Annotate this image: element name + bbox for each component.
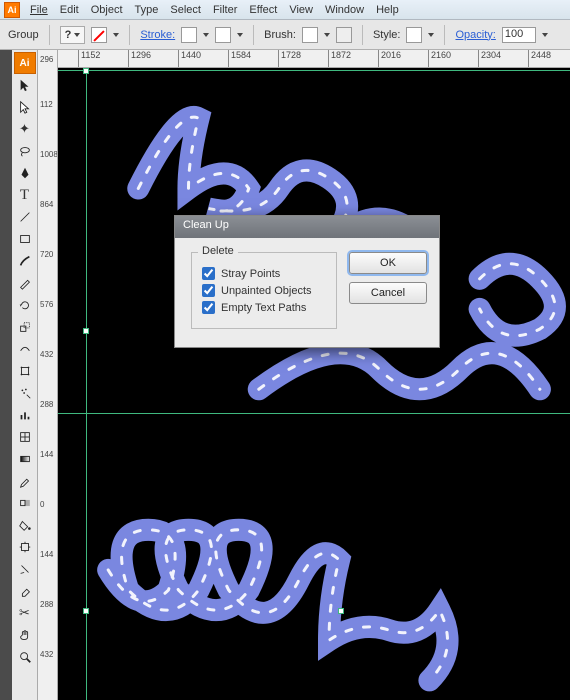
cleanup-dialog: Clean Up Delete Stray Points Unpainted O… — [174, 215, 440, 348]
workspace: Ai ✦ T ✂ 296 112 1008 864 720 576 — [0, 50, 570, 700]
zoom-tool[interactable] — [14, 646, 36, 668]
scale-tool[interactable] — [14, 316, 36, 338]
menubar: Ai File Edit Object Type Select Filter E… — [0, 0, 570, 20]
magic-wand-tool[interactable]: ✦ — [14, 118, 36, 140]
selection-handle[interactable] — [338, 608, 344, 614]
option-stray-points[interactable]: Stray Points — [202, 267, 326, 280]
menu-select[interactable]: Select — [170, 4, 201, 16]
panel-dock-strip[interactable] — [0, 50, 12, 700]
free-transform-tool[interactable] — [14, 360, 36, 382]
menu-file[interactable]: File — [30, 4, 48, 16]
blend-tool[interactable] — [14, 492, 36, 514]
app-badge: Ai — [14, 52, 36, 74]
group-legend: Delete — [198, 245, 238, 257]
stroke-weight[interactable] — [215, 27, 231, 43]
live-paint-selection-tool[interactable] — [14, 536, 36, 558]
style-label: Style: — [373, 29, 401, 41]
ok-button[interactable]: OK — [349, 252, 427, 274]
opacity-dropdown-icon[interactable] — [542, 33, 548, 37]
style-swatch[interactable] — [406, 27, 422, 43]
fill-none-icon[interactable] — [91, 27, 107, 43]
stroke-label: Stroke: — [140, 29, 175, 41]
selection-edge-top — [58, 70, 570, 71]
checkbox-stray-points[interactable] — [202, 267, 215, 280]
pen-tool[interactable] — [14, 162, 36, 184]
brush-swatch[interactable] — [302, 27, 318, 43]
option-unpainted-objects[interactable]: Unpainted Objects — [202, 284, 326, 297]
brush-options-icon[interactable] — [336, 27, 352, 43]
pencil-tool[interactable] — [14, 272, 36, 294]
selection-tool[interactable] — [14, 74, 36, 96]
paintbrush-tool[interactable] — [14, 250, 36, 272]
stroke-swatch[interactable] — [181, 27, 197, 43]
fill-dropdown-icon[interactable] — [113, 33, 119, 37]
column-graph-tool[interactable] — [14, 404, 36, 426]
menu-edit[interactable]: Edit — [60, 4, 79, 16]
menu-object[interactable]: Object — [91, 4, 123, 16]
rotate-tool[interactable] — [14, 294, 36, 316]
selection-handle[interactable] — [83, 328, 89, 334]
option-empty-text-paths[interactable]: Empty Text Paths — [202, 301, 326, 314]
selection-edge-left — [86, 68, 87, 700]
selection-label: Group — [8, 29, 39, 41]
opacity-label: Opacity: — [455, 29, 495, 41]
scissors-tool[interactable]: ✂ — [14, 602, 36, 624]
checkbox-empty-text-paths[interactable] — [202, 301, 215, 314]
eyedropper-tool[interactable] — [14, 470, 36, 492]
control-bar: Group ? Stroke: Brush: Style: Opacity: 1… — [0, 20, 570, 50]
direct-selection-tool[interactable] — [14, 96, 36, 118]
canvas-area: 1152 1296 1440 1584 1728 1872 2016 2160 … — [58, 50, 570, 700]
line-tool[interactable] — [14, 206, 36, 228]
dialog-title: Clean Up — [175, 216, 439, 238]
selection-handle[interactable] — [83, 68, 89, 74]
cancel-button[interactable]: Cancel — [349, 282, 427, 304]
eraser-tool[interactable] — [14, 580, 36, 602]
horizontal-ruler: 1152 1296 1440 1584 1728 1872 2016 2160 … — [58, 50, 570, 68]
hand-tool[interactable] — [14, 624, 36, 646]
menu-effect[interactable]: Effect — [249, 4, 277, 16]
checkbox-unpainted-objects[interactable] — [202, 284, 215, 297]
artwork — [58, 68, 570, 700]
menu-help[interactable]: Help — [376, 4, 399, 16]
slice-tool[interactable] — [14, 558, 36, 580]
brush-label: Brush: — [264, 29, 296, 41]
menu-view[interactable]: View — [289, 4, 313, 16]
delete-group: Delete Stray Points Unpainted Objects Em… — [191, 252, 337, 329]
menu-window[interactable]: Window — [325, 4, 364, 16]
vertical-ruler: 296 112 1008 864 720 576 432 288 144 0 1… — [38, 50, 58, 700]
gradient-tool[interactable] — [14, 448, 36, 470]
menu-filter[interactable]: Filter — [213, 4, 237, 16]
selection-handle[interactable] — [83, 608, 89, 614]
mesh-tool[interactable] — [14, 426, 36, 448]
live-paint-bucket-tool[interactable] — [14, 514, 36, 536]
symbol-sprayer-tool[interactable] — [14, 382, 36, 404]
type-tool[interactable]: T — [14, 184, 36, 206]
rectangle-tool[interactable] — [14, 228, 36, 250]
tool-panel: Ai ✦ T ✂ — [12, 50, 38, 700]
help-dropdown[interactable]: ? — [60, 26, 86, 44]
warp-tool[interactable] — [14, 338, 36, 360]
lasso-tool[interactable] — [14, 140, 36, 162]
app-icon: Ai — [4, 2, 20, 18]
opacity-input[interactable]: 100 — [502, 27, 536, 43]
canvas[interactable] — [58, 68, 570, 700]
menu-type[interactable]: Type — [135, 4, 159, 16]
selection-edge-mid — [58, 413, 570, 414]
